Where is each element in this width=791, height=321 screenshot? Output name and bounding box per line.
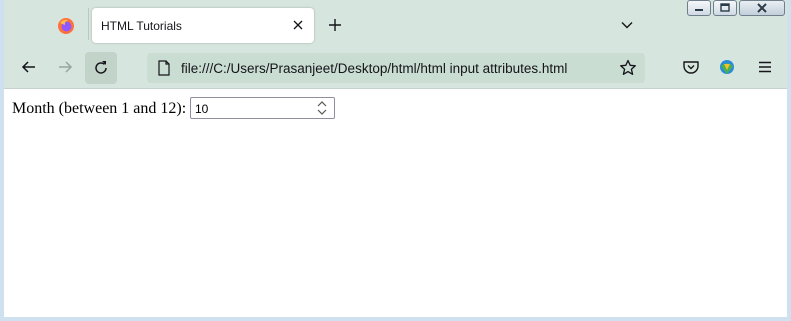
page-content: Month (between 1 and 12): 10: [4, 89, 787, 317]
minimize-icon: [695, 9, 703, 11]
month-number-input[interactable]: 10: [190, 97, 335, 119]
month-label: Month (between 1 and 12):: [12, 100, 187, 117]
reload-icon: [95, 61, 107, 74]
back-arrow-icon[interactable]: [20, 58, 38, 76]
tab-strip: HTML Tutorials: [4, 0, 787, 48]
navigation-toolbar: file:///C:/Users/Prasanjeet/Desktop/html…: [4, 48, 787, 89]
maximize-button[interactable]: [713, 0, 737, 16]
tab-title: HTML Tutorials: [101, 19, 182, 33]
url-text[interactable]: file:///C:/Users/Prasanjeet/Desktop/html…: [181, 61, 567, 76]
tab-html-tutorials[interactable]: HTML Tutorials: [92, 8, 314, 43]
pocket-icon[interactable]: [682, 58, 700, 76]
download-manager-icon[interactable]: [718, 58, 736, 76]
window-controls: [684, 0, 787, 17]
minimize-button[interactable]: [687, 0, 711, 16]
star-icon[interactable]: [619, 59, 637, 77]
tab-separator: [88, 8, 89, 40]
forward-arrow-icon[interactable]: [56, 58, 74, 76]
window-close-button[interactable]: [739, 0, 785, 16]
window-close-icon: [757, 3, 767, 13]
firefox-logo-icon: [58, 18, 74, 34]
address-bar[interactable]: file:///C:/Users/Prasanjeet/Desktop/html…: [147, 53, 645, 83]
page-icon: [158, 60, 170, 76]
chevron-down-icon[interactable]: [620, 18, 634, 32]
number-spinner-icon[interactable]: [316, 100, 328, 116]
restore-icon: [720, 3, 730, 12]
browser-window: HTML Tutorials file:///C:/Users/Prasanje…: [0, 0, 791, 321]
plus-icon[interactable]: [327, 17, 343, 33]
hamburger-menu-icon[interactable]: [756, 58, 774, 76]
month-input-value[interactable]: 10: [195, 102, 208, 116]
close-icon[interactable]: [290, 17, 306, 33]
reload-button[interactable]: [85, 52, 117, 84]
